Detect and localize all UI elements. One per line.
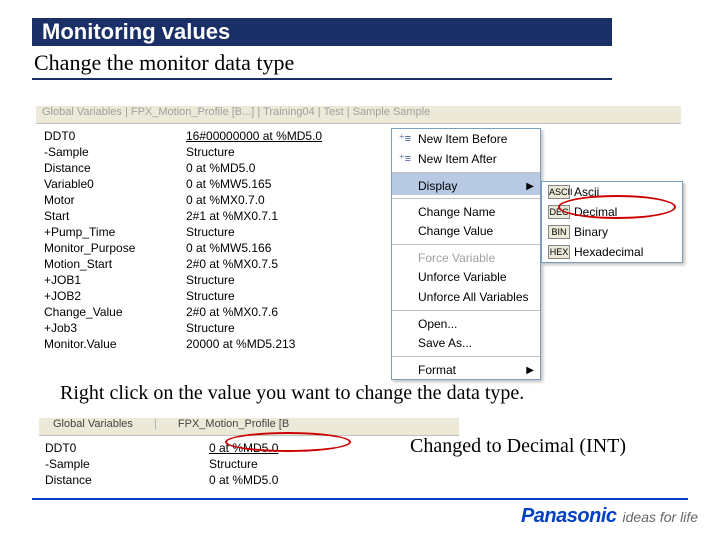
context-menu[interactable]: ⁺≡New Item Before⁺≡New Item After Display… xyxy=(391,128,541,380)
var-name: Motion_Start xyxy=(44,256,186,272)
display-submenu[interactable]: ASCIIAsciiDECDecimalBINBinaryHEXHexadeci… xyxy=(541,181,683,263)
var-value[interactable]: Structure xyxy=(186,272,376,288)
menu-unforce-variable[interactable]: Unforce Variable xyxy=(392,267,540,287)
brand-logo: Panasonic ideas for life xyxy=(521,505,698,528)
format-abbrev: ASCII xyxy=(548,185,570,199)
var-name: Variable0 xyxy=(44,176,186,192)
tab-fpx-profile: FPX_Motion_Profile [B xyxy=(178,418,289,430)
var-name: Monitor.Value xyxy=(44,336,186,352)
var-value[interactable]: 0 at %MD5.0 xyxy=(209,440,429,456)
var-value[interactable]: Structure xyxy=(186,144,376,160)
menu-change-name[interactable]: Change Name xyxy=(392,198,540,221)
var-value[interactable]: Structure xyxy=(186,224,376,240)
var-name: -Sample xyxy=(44,144,186,160)
menu-open-[interactable]: Open... xyxy=(392,310,540,333)
second-app-screenshot: Global Variables | FPX_Motion_Profile [B… xyxy=(39,418,459,496)
var-value[interactable]: Structure xyxy=(209,456,429,472)
var-name: Motor xyxy=(44,192,186,208)
var-value[interactable]: 0 at %MD5.0 xyxy=(186,160,376,176)
footer-rule xyxy=(32,498,688,500)
submenu-hexadecimal[interactable]: HEXHexadecimal xyxy=(542,242,682,262)
menu-icon: ⁺≡ xyxy=(398,132,412,146)
var-name: Start xyxy=(44,208,186,224)
var-value[interactable]: 0 at %MW5.166 xyxy=(186,240,376,256)
menu-new-item-after[interactable]: ⁺≡New Item After xyxy=(392,149,540,169)
var-name: +JOB1 xyxy=(44,272,186,288)
brand-name: Panasonic xyxy=(521,505,617,527)
note-changed: Changed to Decimal (INT) xyxy=(410,435,626,458)
var-name: +Pump_Time xyxy=(44,224,186,240)
submenu-arrow-icon: ▶ xyxy=(526,177,534,197)
var-value[interactable]: 2#0 at %MX0.7.5 xyxy=(186,256,376,272)
var-value[interactable]: Structure xyxy=(186,320,376,336)
submenu-arrow-icon: ▶ xyxy=(526,361,534,381)
var-name: +Job3 xyxy=(44,320,186,336)
menu-save-as-[interactable]: Save As... xyxy=(392,333,540,353)
menu-display[interactable]: Display▶ xyxy=(392,172,540,195)
var-value[interactable]: 0 at %MD5.0 xyxy=(209,472,429,488)
main-app-screenshot: Global Variables | FPX_Motion_Profile [B… xyxy=(36,106,681,376)
menu-icon: ⁺≡ xyxy=(398,152,412,166)
app-toolbar: Global Variables | FPX_Motion_Profile [B… xyxy=(36,106,681,124)
var-value[interactable]: 0 at %MX0.7.0 xyxy=(186,192,376,208)
menu-new-item-before[interactable]: ⁺≡New Item Before xyxy=(392,129,540,149)
tab-global-vars: Global Variables xyxy=(53,418,133,430)
brand-tagline: ideas for life xyxy=(623,509,698,525)
var-value[interactable]: 0 at %MW5.165 xyxy=(186,176,376,192)
submenu-ascii[interactable]: ASCIIAscii xyxy=(542,182,682,202)
var-value[interactable]: 2#1 at %MX0.7.1 xyxy=(186,208,376,224)
var-value[interactable]: 2#0 at %MX0.7.6 xyxy=(186,304,376,320)
menu-change-value[interactable]: Change Value xyxy=(392,221,540,241)
submenu-decimal[interactable]: DECDecimal xyxy=(542,202,682,222)
format-abbrev: HEX xyxy=(548,245,570,259)
var-name: Distance xyxy=(44,160,186,176)
format-abbrev: BIN xyxy=(548,225,570,239)
var-value[interactable]: 20000 at %MD5.213 xyxy=(186,336,376,352)
var-name: +JOB2 xyxy=(44,288,186,304)
slide-title: Monitoring values xyxy=(32,18,612,46)
var-value[interactable]: 16#00000000 at %MD5.0 xyxy=(186,128,376,144)
format-abbrev: DEC xyxy=(548,205,570,219)
caption-main: Right click on the value you want to cha… xyxy=(60,382,524,405)
slide-subtitle: Change the monitor data type xyxy=(32,48,612,80)
menu-format[interactable]: Format▶ xyxy=(392,356,540,379)
var-name: DDT0 xyxy=(44,128,186,144)
var-value[interactable]: Structure xyxy=(186,288,376,304)
var-name: -Sample xyxy=(45,456,209,472)
menu-force-variable: Force Variable xyxy=(392,244,540,267)
submenu-binary[interactable]: BINBinary xyxy=(542,222,682,242)
var-name: Change_Value xyxy=(44,304,186,320)
var-name: Distance xyxy=(45,472,209,488)
var-name: Monitor_Purpose xyxy=(44,240,186,256)
menu-unforce-all-variables[interactable]: Unforce All Variables xyxy=(392,287,540,307)
var-name: DDT0 xyxy=(45,440,209,456)
